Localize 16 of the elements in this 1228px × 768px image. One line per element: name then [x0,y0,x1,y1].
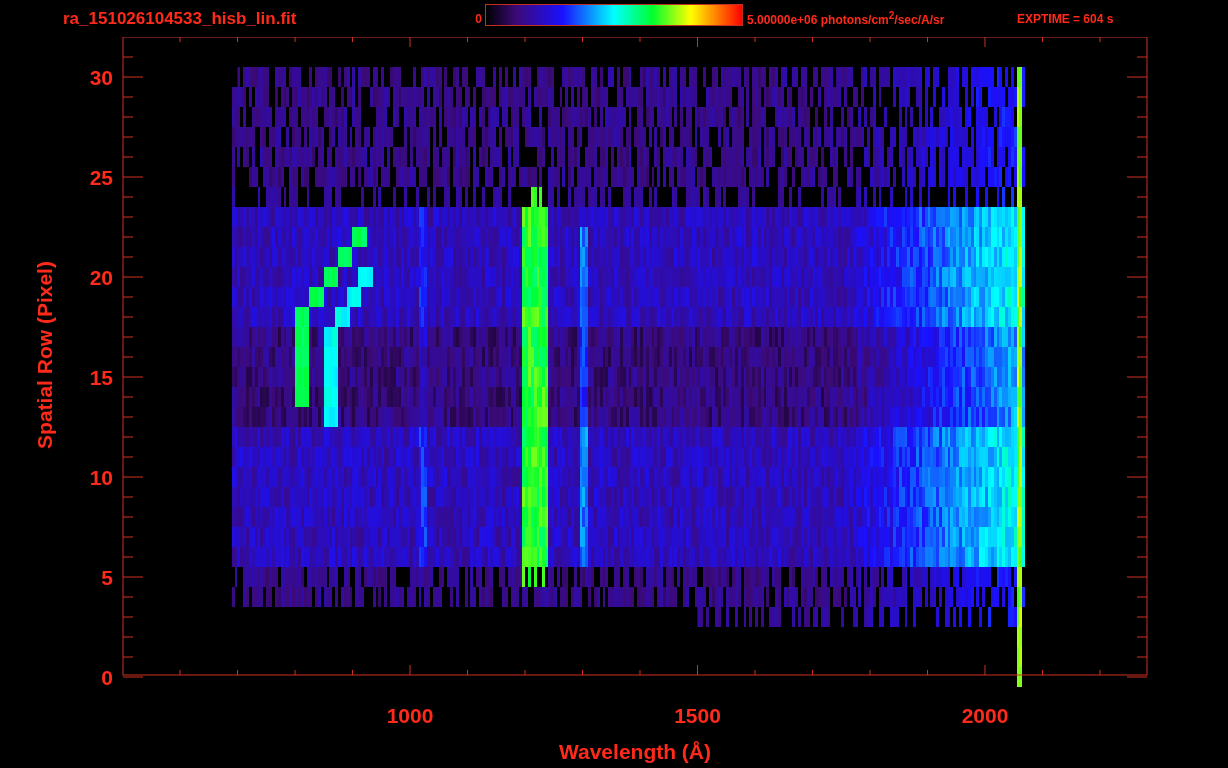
y-tick-label: 15 [89,366,113,389]
colorbar-min-label: 0 [474,11,482,26]
x-tick-label: 2000 [961,704,1009,727]
y-tick-label: 25 [89,166,113,189]
y-tick-label: 5 [101,566,113,589]
y-axis-label: Spatial Row (Pixel) [33,261,56,449]
colorbar-max-label: 5.00000e+06 photons/cm$^{2}$/sec/A/sr [747,10,946,27]
y-tick-label: 0 [101,666,113,689]
x-tick-label: 1000 [386,704,434,727]
y-tick-label: 10 [89,466,113,489]
x-axis-label: Wavelength (Å) [558,740,712,763]
y-tick-label: 30 [89,66,113,89]
exposure-label: EXPTIME = 604 s [1017,11,1114,26]
file-title: ra_151026104533_hisb_lin.fit [63,8,298,29]
x-tick-label: 1500 [674,704,721,727]
y-tick-label: 20 [89,266,113,289]
